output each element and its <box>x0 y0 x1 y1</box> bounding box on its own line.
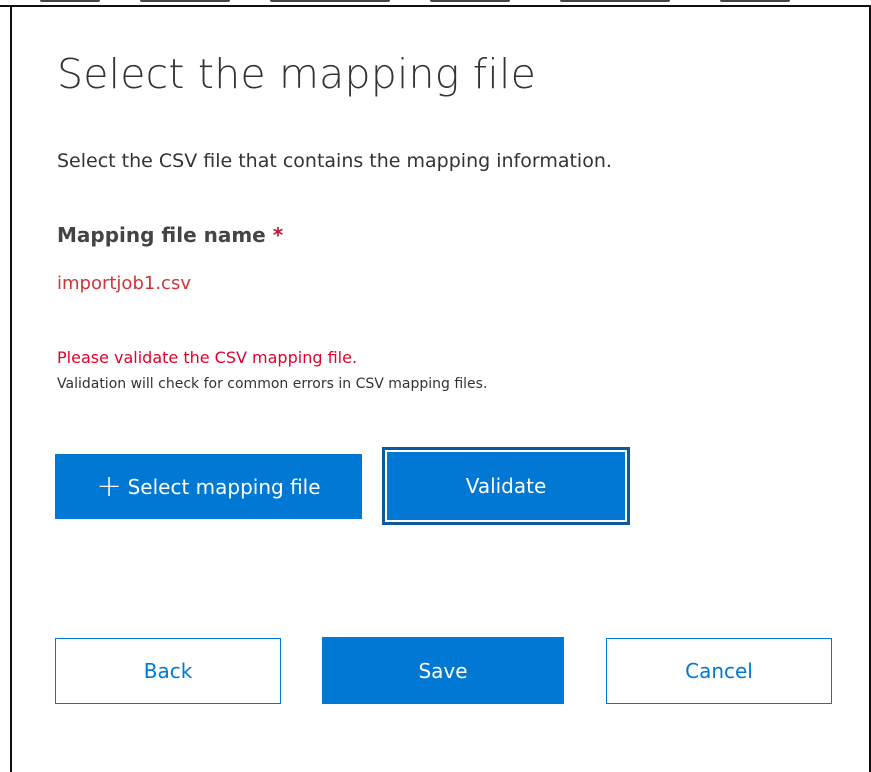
validate-button[interactable]: Validate <box>385 450 627 522</box>
window-left-border <box>10 5 12 772</box>
plus-icon: + <box>96 468 122 504</box>
save-label: Save <box>418 658 468 683</box>
validation-help-text: Validation will check for common errors … <box>57 376 488 392</box>
cropped-text-fragment <box>560 0 670 2</box>
cancel-button[interactable]: Cancel <box>606 638 832 704</box>
page-title: Select the mapping file <box>57 50 537 98</box>
required-asterisk: * <box>272 223 284 247</box>
mapping-file-name-value: importjob1.csv <box>57 273 191 294</box>
cropped-text-fragment <box>270 0 390 2</box>
back-button[interactable]: Back <box>55 638 281 704</box>
cropped-text-fragment <box>40 0 100 2</box>
validation-error-message: Please validate the CSV mapping file. <box>57 348 358 367</box>
window-top-border <box>0 5 871 7</box>
select-mapping-file-button[interactable]: + Select mapping file <box>55 454 362 519</box>
cancel-label: Cancel <box>685 659 753 683</box>
validate-label: Validate <box>465 474 547 498</box>
page-description: Select the CSV file that contains the ma… <box>57 150 612 172</box>
save-button[interactable]: Save <box>322 637 564 704</box>
cropped-text-fragment <box>720 0 790 2</box>
back-label: Back <box>143 659 193 683</box>
mapping-file-label: Mapping file name * <box>57 221 283 249</box>
mapping-file-label-text: Mapping file name <box>57 223 266 247</box>
window-top-edge <box>0 0 871 7</box>
select-mapping-file-label: Select mapping file <box>127 474 321 499</box>
cropped-text-fragment <box>430 0 510 2</box>
cropped-text-fragment <box>140 0 230 2</box>
